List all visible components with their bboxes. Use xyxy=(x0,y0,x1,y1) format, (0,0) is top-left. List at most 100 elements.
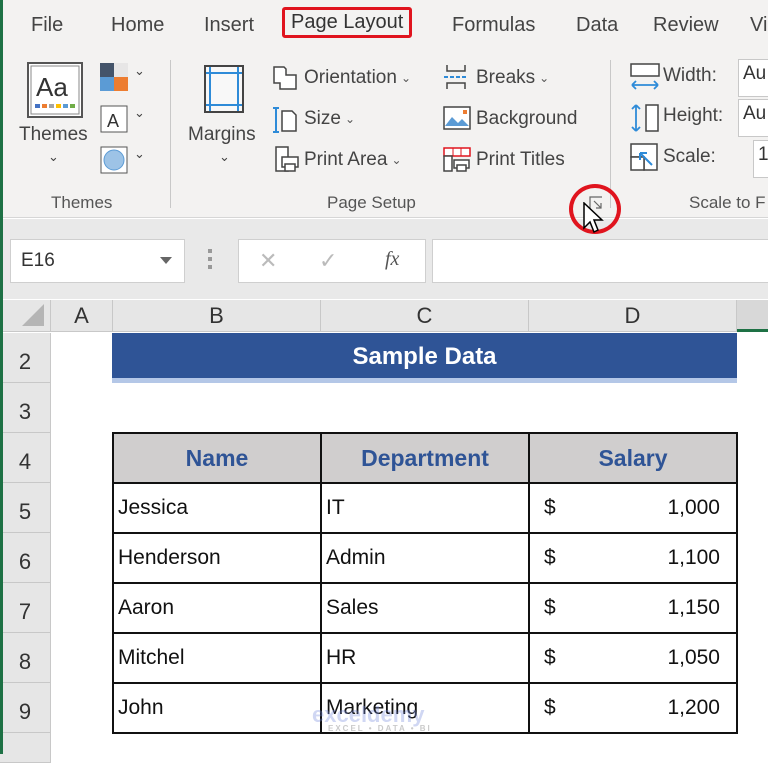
mouse-cursor-icon xyxy=(583,202,604,234)
cell-salary[interactable]: $1,000 xyxy=(528,482,738,534)
background-icon xyxy=(443,106,471,130)
column-header-e[interactable] xyxy=(737,300,768,332)
sample-data-title[interactable]: Sample Data xyxy=(112,333,737,383)
cell-department[interactable]: HR xyxy=(320,632,530,684)
table-header-row: Name Department Salary xyxy=(112,432,738,484)
themes-group-label: Themes xyxy=(51,193,113,212)
themes-aa-icon: Aa xyxy=(27,62,83,118)
column-header-c[interactable]: C xyxy=(321,300,529,332)
column-header-b[interactable]: B xyxy=(113,300,321,332)
size-icon xyxy=(273,107,297,133)
width-select[interactable]: Au xyxy=(738,59,768,97)
print-titles-icon xyxy=(443,147,471,172)
table-row: Jessica IT $1,000 xyxy=(112,482,738,534)
row-header-7[interactable]: 7 xyxy=(0,583,51,633)
scale-to-fit-group-label: Scale to F xyxy=(689,193,766,212)
breaks-text: Breaks xyxy=(476,67,536,88)
select-all-button[interactable] xyxy=(0,300,51,332)
cell-name[interactable]: Mitchel xyxy=(112,632,322,684)
name-box[interactable]: E16 xyxy=(10,239,185,283)
formula-input[interactable] xyxy=(432,239,768,283)
watermark: exceldemy EXCEL • DATA • BI xyxy=(312,702,432,733)
dropdown-arrow-icon[interactable] xyxy=(160,257,172,264)
row-header-2[interactable]: 2 xyxy=(0,333,51,383)
chevron-down-icon: ⌄ xyxy=(134,63,145,78)
effects-icon xyxy=(100,146,128,174)
drag-handle-icon[interactable] xyxy=(208,249,213,273)
row-header-5[interactable]: 5 xyxy=(0,483,51,533)
tab-review[interactable]: Review xyxy=(653,14,719,37)
background-label: Background xyxy=(476,108,578,129)
table-row: Aaron Sales $1,150 xyxy=(112,582,738,634)
fonts-icon: A xyxy=(100,105,128,133)
tab-page-layout[interactable]: Page Layout xyxy=(282,7,413,38)
currency-symbol: $ xyxy=(544,496,556,519)
row-header-10[interactable] xyxy=(0,733,51,763)
row-header-8[interactable]: 8 xyxy=(0,633,51,683)
table-row: Mitchel HR $1,050 xyxy=(112,632,738,684)
row-header-4[interactable]: 4 xyxy=(0,433,51,483)
svg-text:Aa: Aa xyxy=(36,72,68,102)
orientation-text: Orientation xyxy=(304,67,397,88)
colors-icon xyxy=(100,63,128,91)
salary-value: 1,050 xyxy=(667,646,720,669)
scale-input[interactable]: 1 xyxy=(753,140,768,178)
width-label: Width: xyxy=(663,65,717,86)
themes-label: Themes xyxy=(19,124,88,145)
tab-file[interactable]: File xyxy=(31,14,63,37)
currency-symbol: $ xyxy=(544,646,556,669)
enter-icon[interactable]: ✓ xyxy=(319,248,337,274)
tab-data[interactable]: Data xyxy=(576,14,618,37)
data-table: Name Department Salary Jessica IT $1,000… xyxy=(112,432,738,734)
margins-label: Margins xyxy=(188,124,256,145)
currency-symbol: $ xyxy=(544,546,556,569)
size-text: Size xyxy=(304,108,341,129)
print-titles-label: Print Titles xyxy=(476,149,565,170)
row-header-9[interactable]: 9 xyxy=(0,683,51,733)
chevron-down-icon: ⌄ xyxy=(134,146,145,161)
window-edge xyxy=(0,0,3,754)
column-header-d[interactable]: D xyxy=(529,300,737,332)
cell-salary[interactable]: $1,150 xyxy=(528,582,738,634)
column-header-a[interactable]: A xyxy=(51,300,113,332)
watermark-tagline: EXCEL • DATA • BI xyxy=(328,724,432,733)
row-header-3[interactable]: 3 xyxy=(0,383,51,433)
group-separator xyxy=(170,60,171,208)
chevron-down-icon: ⌄ xyxy=(344,111,356,126)
cancel-icon[interactable]: ✕ xyxy=(259,248,277,274)
header-department[interactable]: Department xyxy=(320,432,530,484)
cell-salary[interactable]: $1,200 xyxy=(528,682,738,734)
breaks-icon xyxy=(444,65,468,89)
salary-value: 1,200 xyxy=(667,696,720,719)
currency-symbol: $ xyxy=(544,696,556,719)
cell-salary[interactable]: $1,050 xyxy=(528,632,738,684)
cell-name[interactable]: Aaron xyxy=(112,582,322,634)
name-box-value: E16 xyxy=(21,250,55,271)
cell-name[interactable]: John xyxy=(112,682,322,734)
ribbon: Aa Themes ⌄ ⌄ A ⌄ ⌄ Themes Margins ⌄ Ori… xyxy=(0,55,768,234)
cell-department[interactable]: IT xyxy=(320,482,530,534)
cell-department[interactable]: Sales xyxy=(320,582,530,634)
cell-name[interactable]: Henderson xyxy=(112,532,322,584)
cell-department[interactable]: Admin xyxy=(320,532,530,584)
breaks-label: Breaks ⌄ xyxy=(476,67,549,89)
svg-text:A: A xyxy=(107,111,119,131)
insert-function-icon[interactable]: fx xyxy=(385,248,399,271)
chevron-down-icon: ⌄ xyxy=(134,105,145,120)
tab-view[interactable]: Vi xyxy=(750,14,767,37)
height-label: Height: xyxy=(663,105,724,126)
scale-label: Scale: xyxy=(663,146,716,167)
row-header-6[interactable]: 6 xyxy=(0,533,51,583)
cell-salary[interactable]: $1,100 xyxy=(528,532,738,584)
orientation-icon xyxy=(273,66,297,90)
orientation-label: Orientation ⌄ xyxy=(304,67,411,89)
tab-insert[interactable]: Insert xyxy=(204,14,254,37)
cell-name[interactable]: Jessica xyxy=(112,482,322,534)
print-area-icon xyxy=(275,146,299,172)
tab-home[interactable]: Home xyxy=(111,14,164,37)
size-label: Size ⌄ xyxy=(304,108,355,130)
height-select[interactable]: Au xyxy=(738,99,768,137)
header-salary[interactable]: Salary xyxy=(528,432,738,484)
tab-formulas[interactable]: Formulas xyxy=(452,14,535,37)
header-name[interactable]: Name xyxy=(112,432,322,484)
